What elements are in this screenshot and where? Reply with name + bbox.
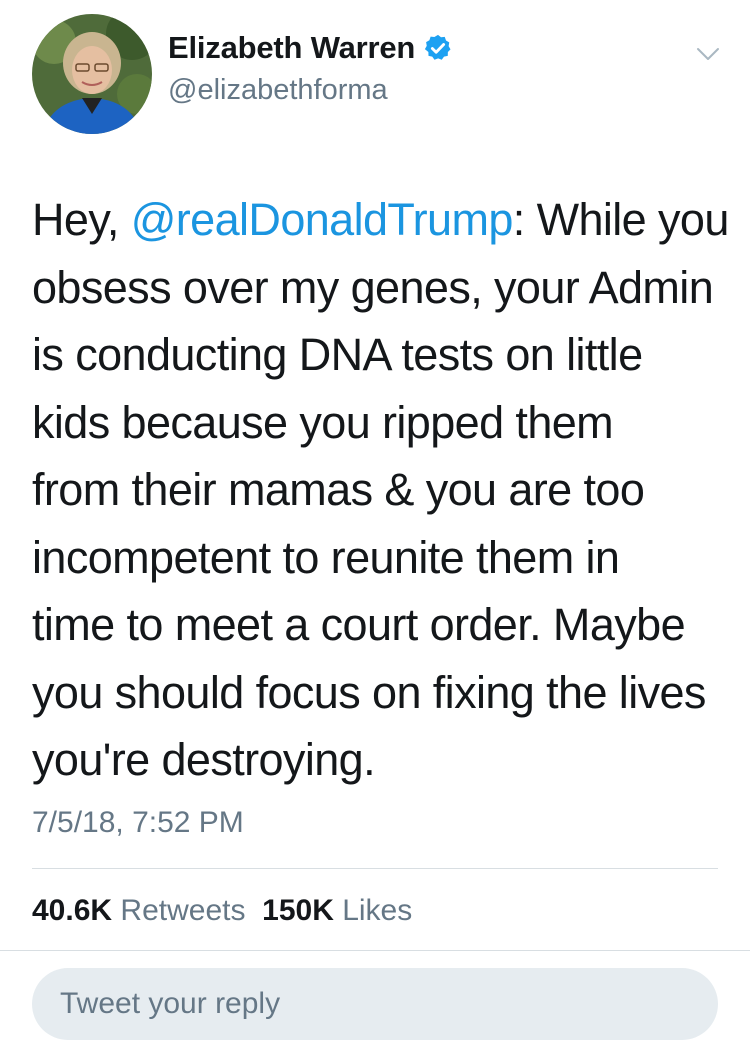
engagement-stats: 40.6K Retweets 150K Likes [32, 894, 412, 928]
tweet-text-segment: is conducting DNA tests on little [32, 329, 643, 380]
tweet-text-segment: you should focus on fixing the lives [32, 666, 706, 718]
retweets-count: 40.6K [32, 894, 113, 927]
reply-placeholder: Tweet your reply [60, 987, 281, 1020]
tweet-text-segment: : While you [512, 194, 730, 245]
tweet-line: time to meet a court order. Maybe [32, 591, 732, 659]
tweet-line: Hey, @realDonaldTrump: While you [32, 186, 732, 254]
likes-stat[interactable]: 150K Likes [262, 894, 412, 927]
author-handle[interactable]: @elizabethforma [168, 74, 388, 107]
tweet-text-segment: from their mamas & you are too [32, 464, 645, 515]
mention-link[interactable]: @realDonaldTrump [131, 194, 514, 245]
tweet-line: you're destroying. [32, 726, 732, 794]
tweet-line: kids because you ripped them [32, 389, 732, 457]
tweet-line: from their mamas & you are too [32, 456, 732, 524]
tweet-line: is conducting DNA tests on little [32, 321, 732, 389]
retweets-label: Retweets [120, 894, 246, 927]
tweet-text-segment: kids because you ripped them [32, 396, 614, 448]
tweet-text-segment: time to meet a court order. Maybe [32, 599, 686, 650]
chevron-down-icon[interactable] [696, 46, 720, 62]
likes-label: Likes [342, 894, 413, 927]
tweet-timestamp[interactable]: 7/5/18, 7:52 PM [32, 806, 244, 840]
avatar-image [32, 14, 152, 134]
tweet-line: you should focus on fixing the lives [32, 659, 732, 727]
author-name-row: Elizabeth Warren [168, 30, 453, 66]
tweet-text-segment: obsess over my genes, your Admin [32, 261, 714, 313]
reply-input[interactable]: Tweet your reply [32, 968, 718, 1040]
tweet-line: incompetent to reunite them in [32, 524, 732, 592]
tweet-line: obsess over my genes, your Admin [32, 254, 732, 322]
avatar[interactable] [32, 14, 152, 134]
tweet-text-segment: you're destroying. [32, 734, 376, 785]
author-display-name[interactable]: Elizabeth Warren [168, 30, 415, 66]
tweet-text: Hey, @realDonaldTrump: While you obsess o… [32, 186, 732, 794]
likes-count: 150K [262, 894, 334, 927]
tweet-text-segment: incompetent to reunite them in [32, 531, 620, 583]
retweets-stat[interactable]: 40.6K Retweets [32, 894, 245, 927]
divider [32, 868, 718, 869]
verified-badge-icon [423, 33, 453, 63]
tweet-text-segment: Hey, [32, 194, 131, 245]
divider [0, 950, 750, 951]
